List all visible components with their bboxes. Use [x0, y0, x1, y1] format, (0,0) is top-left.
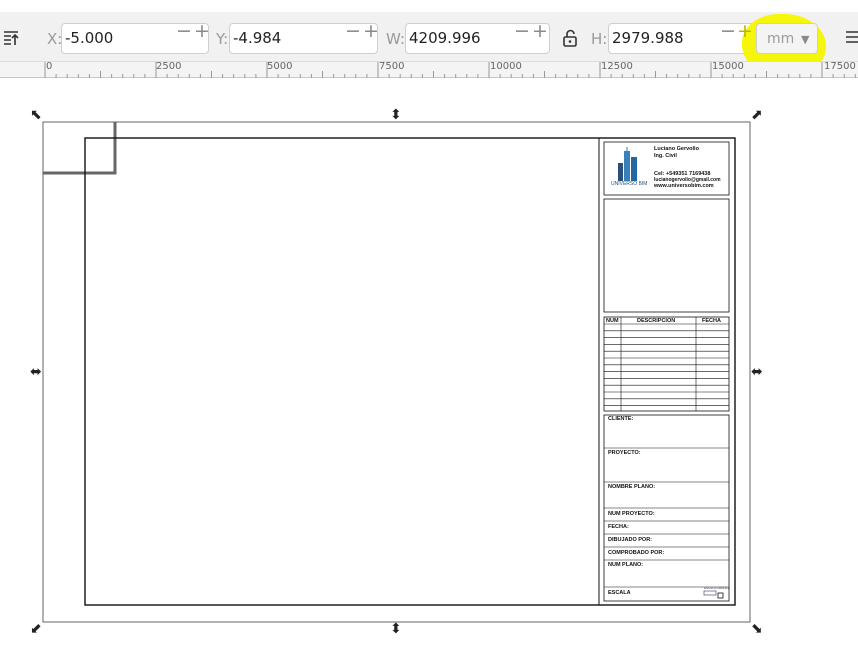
field-plan-number: NUM PLANO:: [608, 562, 644, 568]
universo-bim-logo-graphic: [618, 147, 637, 181]
revisions-header-date: FECHA: [702, 318, 721, 324]
y-position-value: -4.984: [233, 29, 282, 47]
resize-handle-right[interactable]: ⬌: [751, 365, 763, 379]
drawing-canvas[interactable]: Luciano Gervolio Ing. Civil Cel: +549351…: [0, 79, 858, 663]
select-tool-controls-bar: X: -5.000 − + Y: -4.984 − + W: 4209.996 …: [0, 12, 858, 78]
window-top-strip: [0, 0, 858, 12]
height-increment-button[interactable]: +: [737, 22, 753, 41]
ruler-tick-label: 17500: [824, 61, 856, 72]
height-value: 2979.988: [612, 29, 684, 47]
inkscape-window: { "toolbar": { "x_label": "X:", "x_value…: [0, 0, 858, 663]
x-increment-button[interactable]: +: [194, 22, 210, 41]
resize-handle-top[interactable]: ⬍: [390, 108, 402, 122]
unit-dropdown[interactable]: mm ▼: [756, 23, 818, 54]
field-date: FECHA:: [608, 524, 629, 530]
y-label: Y:: [216, 30, 229, 48]
scale-bar-graphic: [703, 590, 724, 599]
title-block-notes-box: [603, 198, 730, 313]
field-plan-name: NOMBRE PLANO:: [608, 484, 656, 490]
x-position-value: -5.000: [65, 29, 114, 47]
height-decrement-button[interactable]: −: [720, 22, 736, 41]
lock-ratio-icon[interactable]: [562, 29, 578, 50]
x-decrement-button[interactable]: −: [176, 22, 192, 41]
revisions-header-num: NUM: [606, 318, 619, 324]
field-drawn-by: DIBUJADO POR:: [608, 537, 653, 543]
field-project: PROYECTO:: [608, 450, 641, 456]
page-corner-mark: [43, 122, 117, 175]
width-decrement-button[interactable]: −: [514, 22, 530, 41]
w-label: W:: [386, 30, 406, 48]
drawing-sheet: [42, 121, 751, 623]
ruler-tick-label: 2500: [156, 61, 182, 72]
ruler-tick-label: 0: [46, 61, 53, 72]
revisions-header-description: DESCRIPCION: [637, 318, 676, 324]
width-value: 4209.996: [409, 29, 481, 47]
horizontal-ruler[interactable]: 0 2500 5000 7500 10000 12500 15000 17500: [0, 61, 858, 78]
raise-to-top-icon[interactable]: [3, 30, 19, 49]
scale-note: ESCALA GRAFICA: [704, 586, 730, 590]
ruler-tick-label: 10000: [490, 61, 522, 72]
more-options-icon[interactable]: [845, 29, 858, 48]
field-client: CLIENTE:: [608, 416, 634, 422]
width-increment-button[interactable]: +: [532, 22, 548, 41]
field-scale: ESCALA: [608, 590, 631, 596]
logo-text: UNIVERSO BIM: [611, 181, 648, 187]
h-label: H:: [591, 30, 608, 48]
resize-handle-bottom-right[interactable]: ⬊: [751, 622, 763, 636]
y-decrement-button[interactable]: −: [345, 22, 361, 41]
contact-web: www.universobim.com: [654, 183, 714, 189]
designer-title: Ing. Civil: [654, 153, 677, 159]
designer-name: Luciano Gervolio: [654, 146, 699, 152]
y-increment-button[interactable]: +: [363, 22, 379, 41]
unit-dropdown-value: mm: [767, 31, 795, 47]
field-checked-by: COMPROBADO POR:: [608, 550, 665, 556]
ruler-tick-label: 15000: [712, 61, 744, 72]
resize-handle-top-left[interactable]: ⬉: [30, 108, 42, 122]
resize-handle-left[interactable]: ⬌: [30, 365, 42, 379]
field-project-number: NUM PROYECTO:: [608, 511, 655, 517]
dropdown-arrow-icon: ▼: [801, 33, 810, 46]
resize-handle-bottom-left[interactable]: ⬋: [30, 622, 42, 636]
resize-handle-top-right[interactable]: ⬈: [751, 108, 763, 122]
ruler-tick-label: 7500: [379, 61, 405, 72]
resize-handle-bottom[interactable]: ⬍: [390, 622, 402, 636]
ruler-tick-label: 12500: [601, 61, 633, 72]
ruler-tick-label: 5000: [267, 61, 293, 72]
